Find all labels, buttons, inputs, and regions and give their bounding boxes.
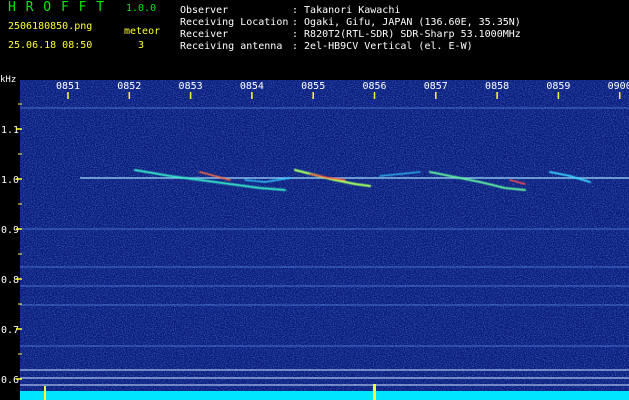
signal-level-spike-2 (373, 384, 376, 400)
info-value-observer: : Takanori Kawachi (292, 5, 401, 16)
info-label-receiver: Receiver (180, 29, 229, 40)
time-tick-label: 0856 (362, 81, 386, 92)
freq-tick-label: 0.7 (1, 325, 19, 336)
freq-unit-label: kHz (0, 75, 16, 85)
freq-tick-label: 0.8 (1, 275, 19, 286)
signal-level-spike-1 (44, 386, 46, 400)
app-name: H R O F F T (8, 0, 106, 15)
time-tick-label: 0858 (485, 81, 509, 92)
time-tick-label: 0853 (179, 81, 203, 92)
freq-tick-label: 1.0 (1, 175, 19, 186)
info-label-observer: Observer (180, 5, 229, 16)
meteor-label: meteor (124, 26, 161, 37)
header-panel: H R O F F T 1.0.0 2506180850.png meteor … (0, 0, 629, 72)
signal-level-bar (20, 391, 629, 400)
time-tick-label: 0851 (56, 81, 80, 92)
time-tick-label: 0852 (117, 81, 141, 92)
time-tick-label: 0855 (301, 81, 325, 92)
datetime: 25.06.18 08:50 (8, 40, 93, 51)
spectrogram-noise (20, 80, 629, 400)
filename: 2506180850.png (8, 21, 93, 32)
freq-tick-label: 0.6 (1, 375, 19, 386)
info-value-antenna: : 2el-HB9CV Vertical (el. E-W) (292, 41, 473, 52)
time-tick-label: 0900 (608, 81, 629, 92)
freq-axis: 1.1 1.0 0.9 0.8 0.7 0.6 (1, 125, 19, 386)
meteor-count: 3 (138, 40, 145, 51)
spectrogram: kHz 1.1 1.0 0.9 0.8 0.7 0.6 0851 0852 0853 0854 0… (0, 75, 629, 400)
info-label-antenna: Receiving antenna (180, 41, 283, 52)
info-value-location: : Ogaki, Gifu, JAPAN (136.60E, 35.35N) (292, 17, 521, 28)
time-tick-label: 0859 (546, 81, 570, 92)
freq-tick-label: 0.9 (1, 225, 19, 236)
info-value-receiver: : R820T2(RTL-SDR) SDR-Sharp 53.1000MHz (292, 29, 521, 40)
info-label-location: Receiving Location (180, 17, 289, 28)
time-tick-label: 0854 (240, 81, 264, 92)
freq-tick-label: 1.1 (1, 125, 19, 136)
time-tick-label: 0857 (424, 81, 448, 92)
app-version: 1.0.0 (126, 3, 157, 14)
